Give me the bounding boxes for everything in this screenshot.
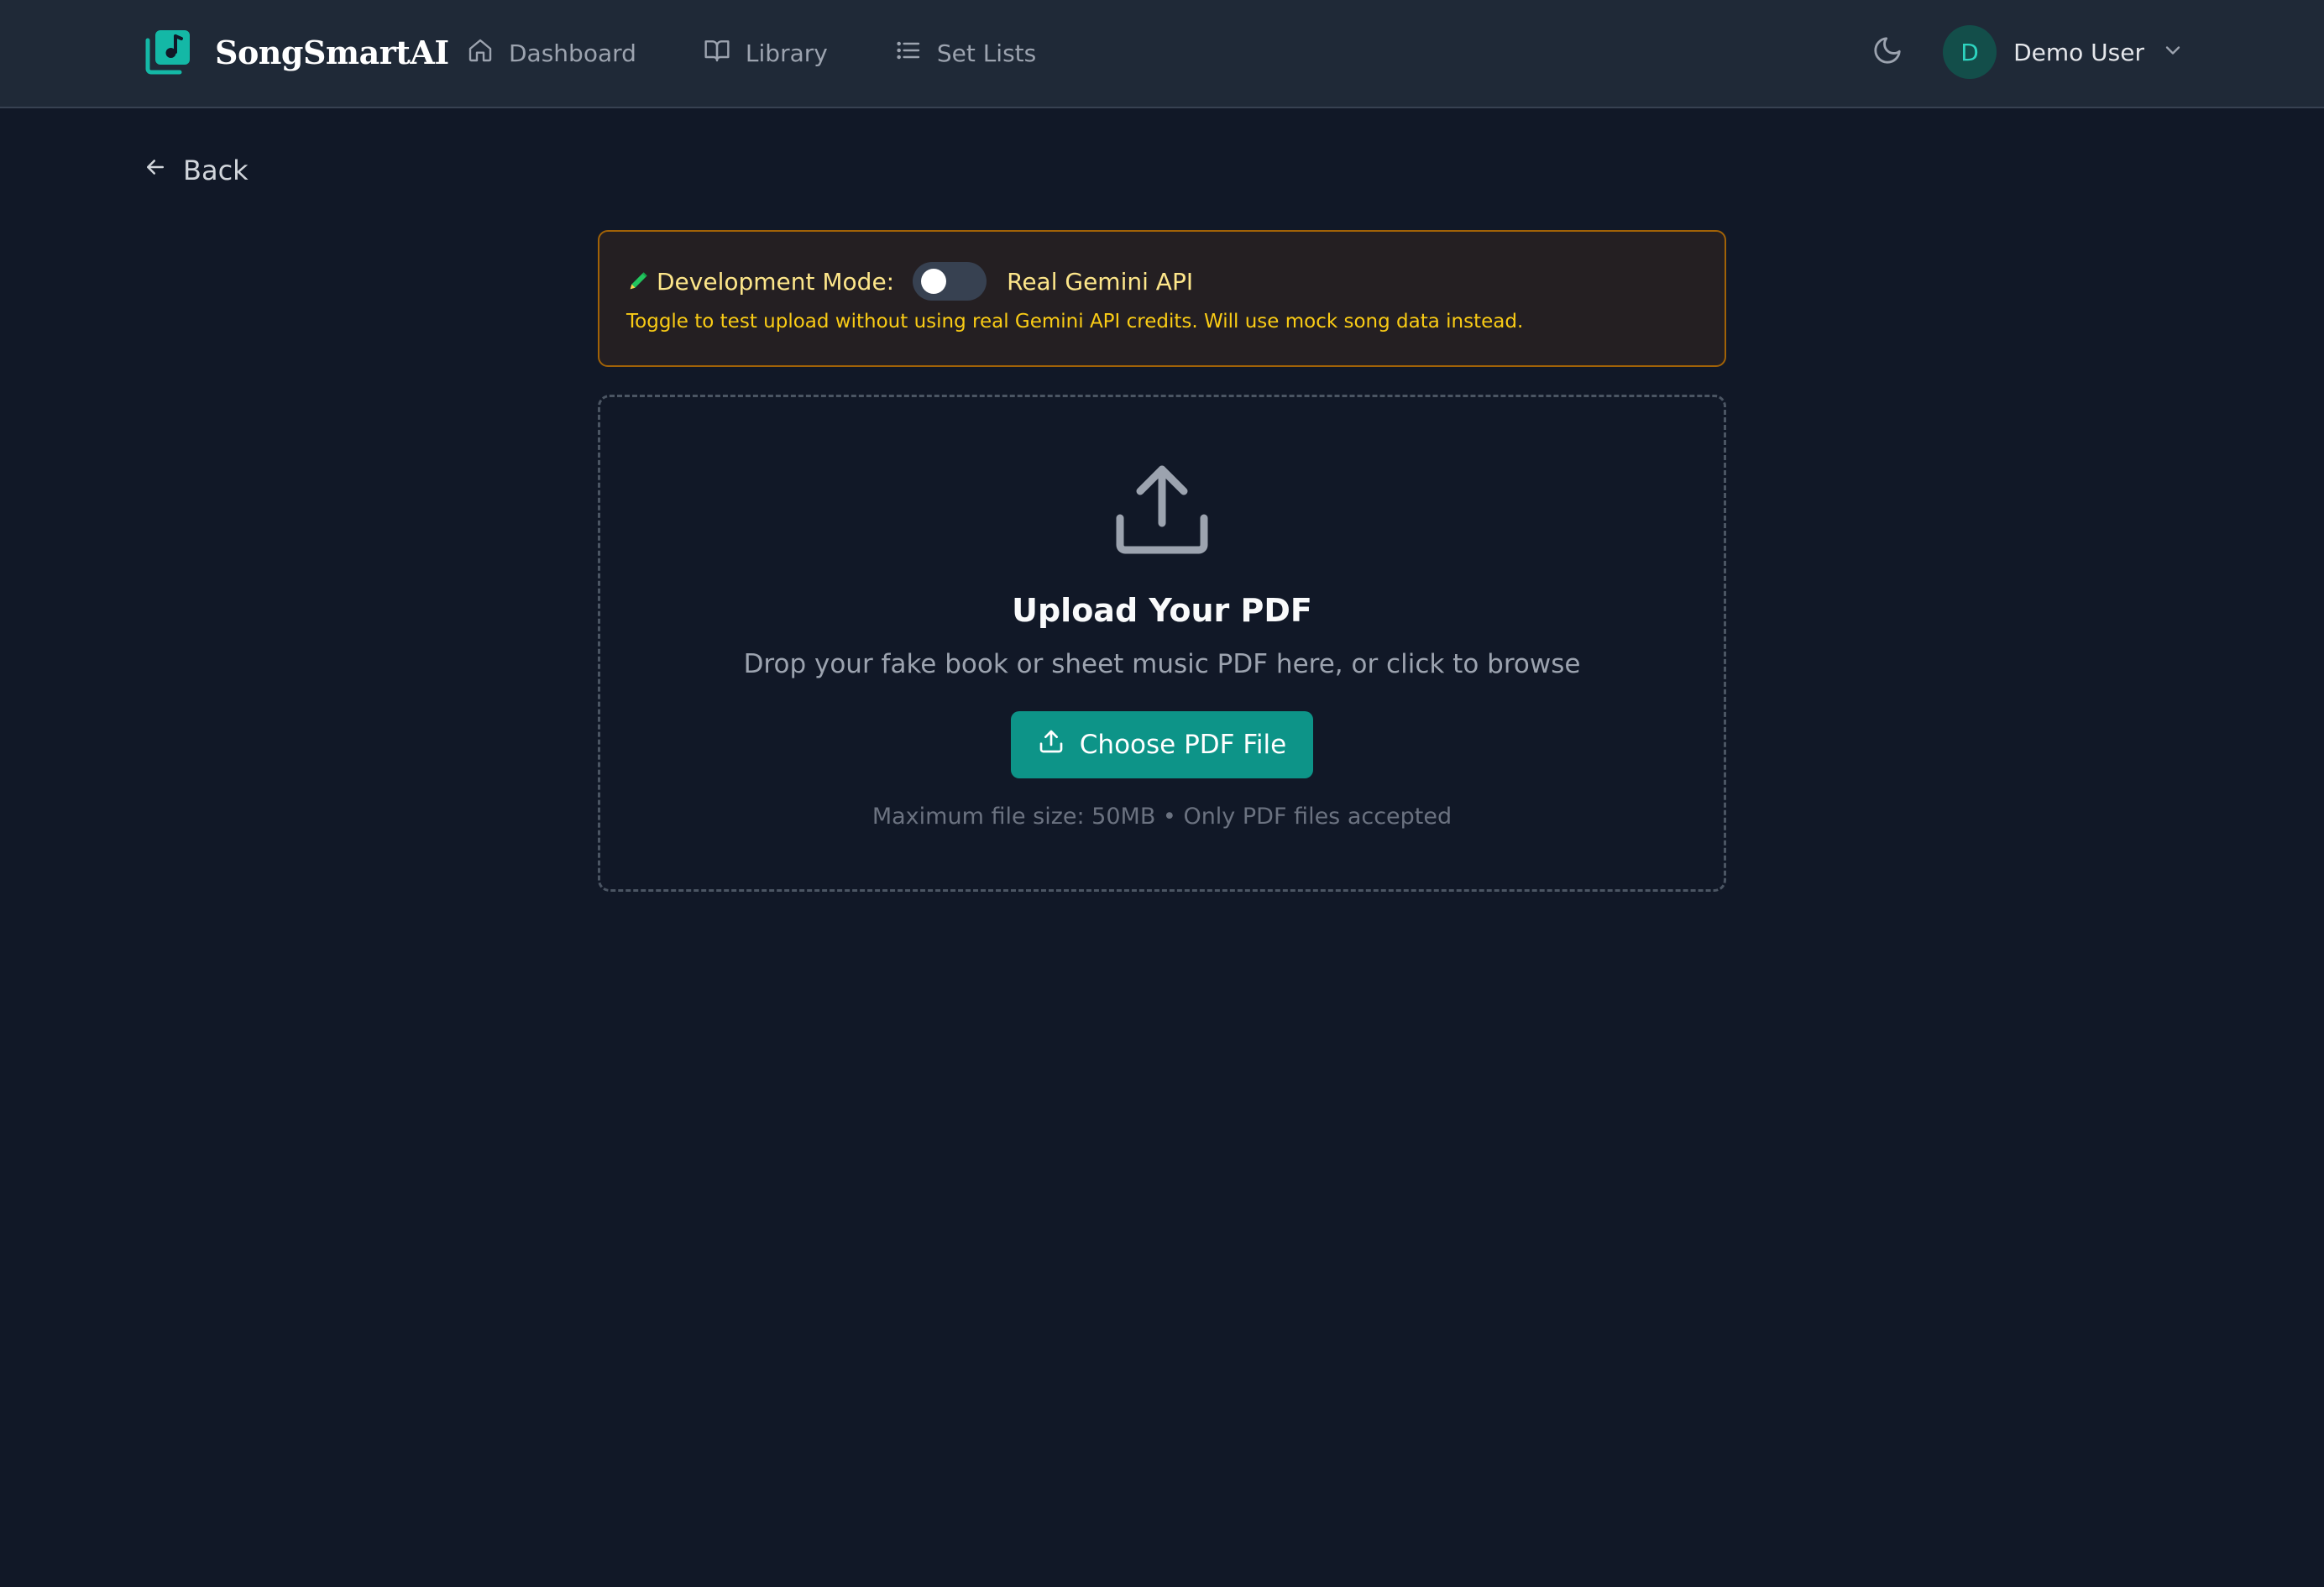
- choose-pdf-button[interactable]: Choose PDF File: [1010, 711, 1314, 778]
- brand-name: SongSmartAI: [215, 33, 449, 71]
- chevron-down-icon: [2161, 39, 2185, 65]
- nav-item-label: Set Lists: [936, 39, 1037, 67]
- theme-toggle-button[interactable]: [1867, 32, 1908, 72]
- avatar: D: [1943, 25, 1997, 79]
- dev-mode-help-text: Toggle to test upload without using real…: [626, 311, 1524, 333]
- nav-right: D Demo User: [1867, 25, 2185, 79]
- user-name: Demo User: [2013, 38, 2144, 66]
- home-icon: [467, 37, 494, 70]
- brand[interactable]: SongSmartAI: [144, 29, 449, 76]
- pencil-icon: [626, 270, 650, 293]
- user-menu-button[interactable]: D Demo User: [1943, 25, 2185, 79]
- music-note-logo-icon: [144, 29, 191, 76]
- nav-item-library[interactable]: Library: [704, 37, 828, 70]
- dev-mode-status: Real Gemini API: [1007, 267, 1194, 296]
- dev-mode-label: Development Mode:: [657, 267, 895, 296]
- upload-subtitle: Drop your fake book or sheet music PDF h…: [743, 649, 1581, 679]
- nav-item-label: Dashboard: [509, 39, 636, 67]
- upload-small-icon: [1038, 728, 1065, 762]
- choose-pdf-label: Choose PDF File: [1079, 730, 1287, 760]
- arrow-left-icon: [143, 155, 168, 186]
- back-button[interactable]: Back: [143, 155, 249, 186]
- book-open-icon: [704, 37, 730, 70]
- dev-mode-row: Development Mode: Real Gemini API: [626, 262, 1698, 301]
- nav-item-label: Library: [745, 39, 828, 67]
- development-mode-panel: Development Mode: Real Gemini API Toggle…: [598, 230, 1726, 367]
- back-label: Back: [183, 155, 249, 186]
- nav-item-dashboard[interactable]: Dashboard: [467, 37, 636, 70]
- toggle-knob: [921, 269, 947, 294]
- top-navbar: SongSmartAI Dashboard Library Set Lists …: [0, 0, 2324, 108]
- dev-mode-toggle[interactable]: [913, 262, 987, 301]
- nav-item-set-lists[interactable]: Set Lists: [895, 37, 1036, 70]
- moon-icon: [1871, 34, 1903, 70]
- list-icon: [895, 37, 922, 70]
- pdf-drop-zone[interactable]: Upload Your PDF Drop your fake book or s…: [598, 395, 1726, 892]
- upload-limits-note: Maximum file size: 50MB • Only PDF files…: [872, 804, 1452, 830]
- main-nav: Dashboard Library Set Lists: [467, 37, 1036, 70]
- upload-title: Upload Your PDF: [1012, 592, 1312, 629]
- upload-icon: [1113, 461, 1211, 558]
